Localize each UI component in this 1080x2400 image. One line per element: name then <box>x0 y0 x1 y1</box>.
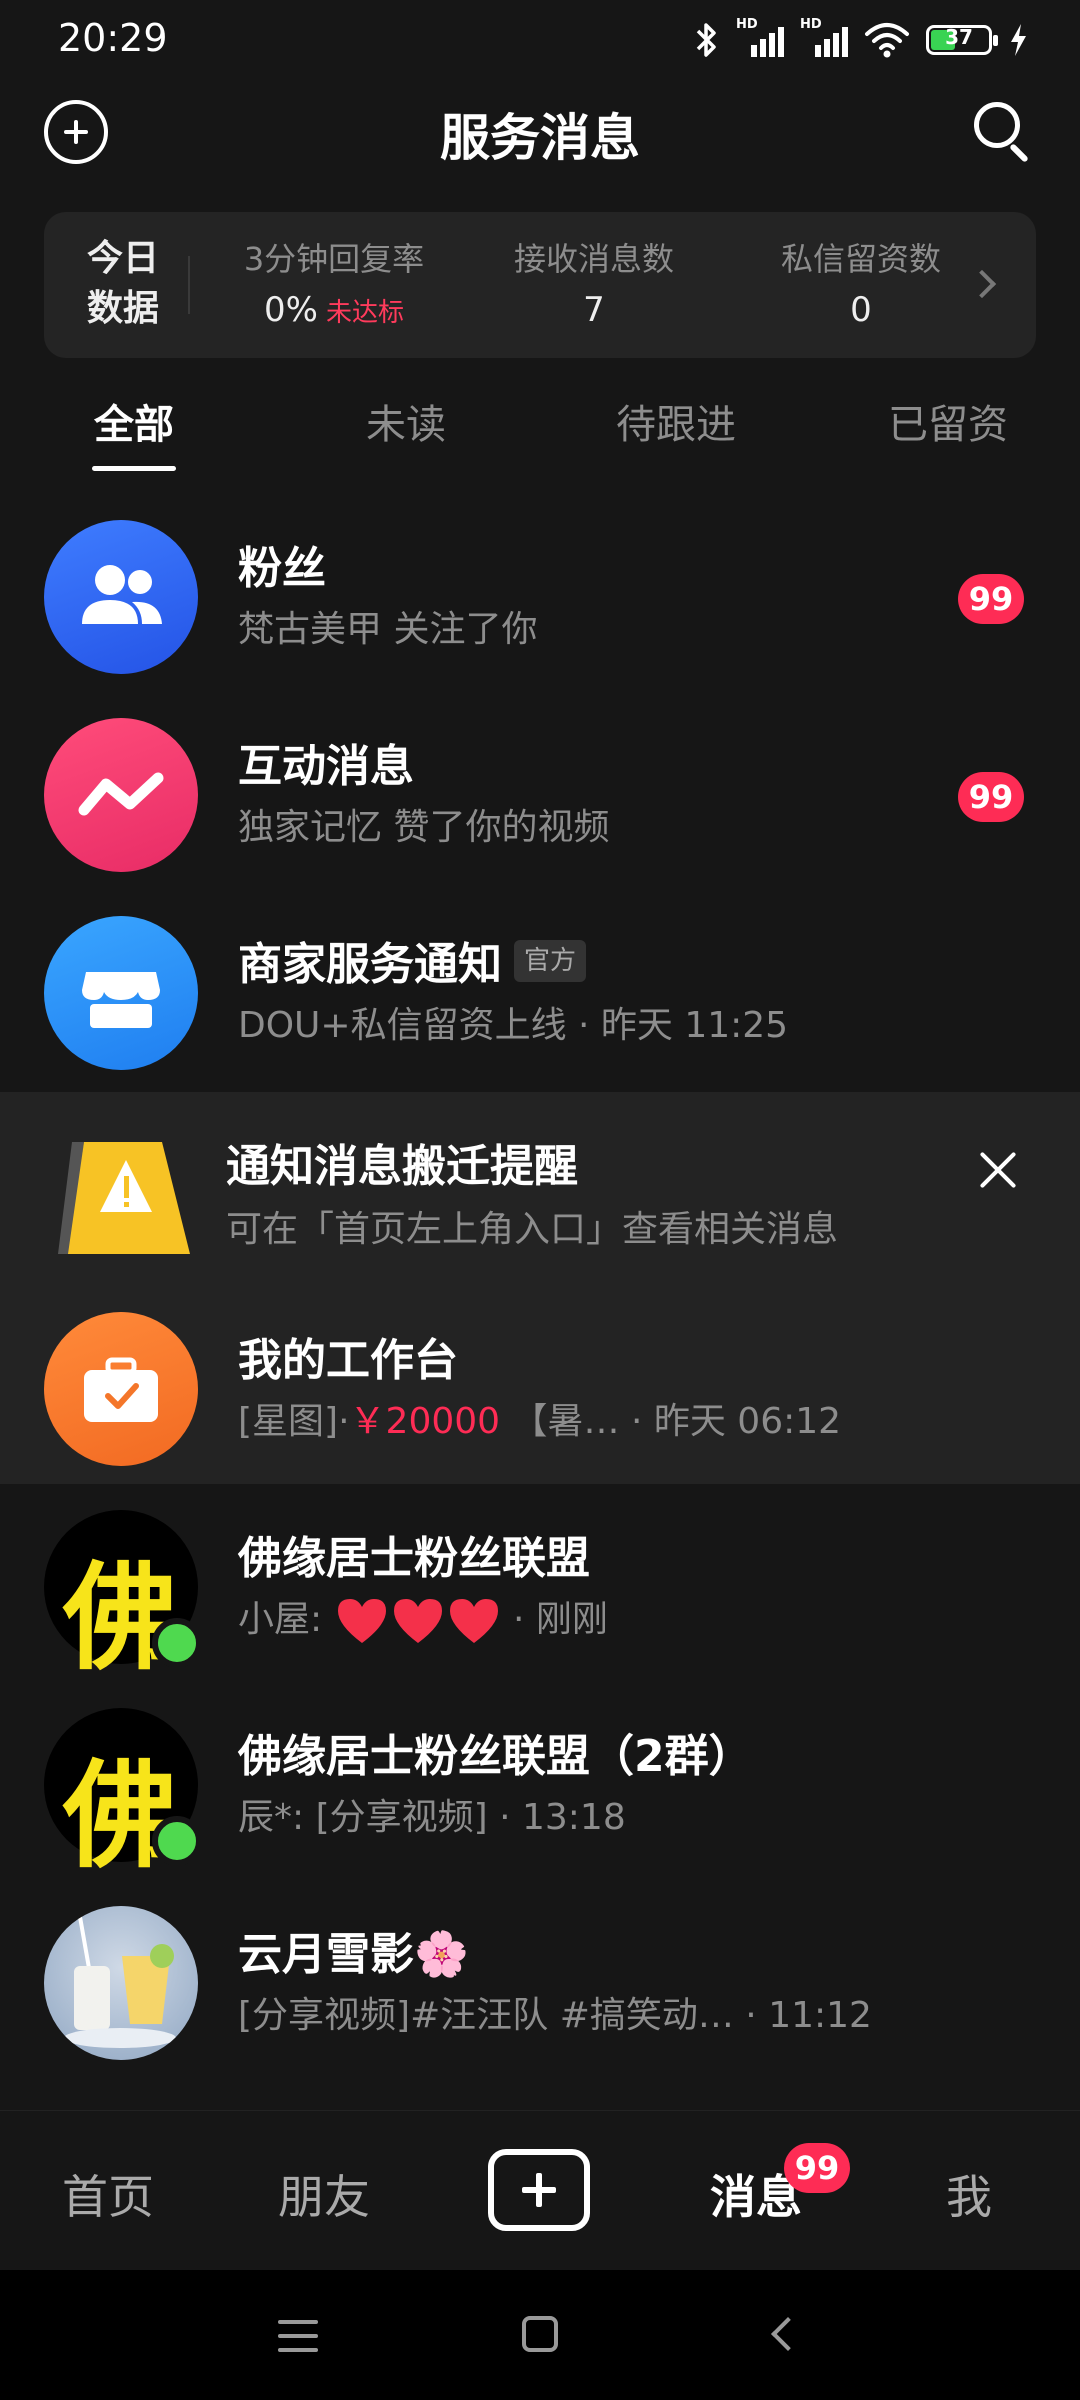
online-indicator <box>152 1618 202 1668</box>
stat-label: 私信留资数 <box>780 240 941 278</box>
stat-label: 3分钟回复率 <box>243 240 425 278</box>
messages-badge: 99 <box>784 2143 850 2193</box>
heart-icon <box>449 1599 498 1643</box>
status-bar: 20:29 HD HD 37 <box>0 0 1080 80</box>
tab-all[interactable]: 全部 <box>92 392 176 450</box>
heart-icon <box>393 1599 442 1643</box>
stat-value: 0% <box>264 290 318 330</box>
menu-icon[interactable] <box>278 2320 318 2352</box>
header: 服务消息 <box>0 80 1080 180</box>
conversation-preview: [分享视频]#汪汪队 #搞笑动… · 11:12 <box>238 1995 872 2036</box>
today-stats-card[interactable]: 今日数据 3分钟回复率 0% 未达标 接收消息数 7 私信留资数 0 <box>44 212 1036 358</box>
unread-badge: 99 <box>958 574 1024 624</box>
conversation-title: 云月雪影🌸 <box>238 1929 469 1980</box>
notice-title: 通知消息搬迁提醒 <box>226 1141 578 1192</box>
conversation-preview: DOU+私信留资上线 · 昨天 11:25 <box>238 1005 789 1046</box>
conversation-group-1[interactable]: 佛 佛缘居士粉丝联盟 小屋: · 刚刚 <box>0 1486 1080 1686</box>
filter-tabs: 全部 未读 待跟进 已留资 <box>0 380 1080 476</box>
stat-value: 7 <box>583 290 605 330</box>
official-tag: 官方 <box>514 940 587 982</box>
heart-icon <box>337 1599 386 1643</box>
status-time: 20:29 <box>58 16 168 60</box>
conversation-fans[interactable]: 粉丝 梵古美甲 关注了你 99 <box>0 496 1080 694</box>
signal-icon: HD <box>736 17 784 57</box>
conversation-interactions[interactable]: 互动消息 独家记忆 赞了你的视频 99 <box>0 694 1080 892</box>
stat-leads: 私信留资数 0 <box>756 234 966 330</box>
briefcase-icon <box>44 1312 198 1466</box>
system-nav-bar <box>0 2270 1080 2400</box>
conversation-workbench[interactable]: 我的工作台 [星图]·￥20000 【暑… · 昨天 06:12 <box>0 1288 1080 1486</box>
notice-subtitle: 可在「首页左上角入口」查看相关消息 <box>226 1209 839 1250</box>
stat-value: 0 <box>850 290 872 330</box>
people-icon <box>44 520 198 674</box>
search-icon[interactable] <box>972 100 1036 164</box>
conversation-title: 粉丝 <box>238 543 326 594</box>
drink-photo-icon <box>44 1906 198 2060</box>
back-icon[interactable] <box>771 2317 805 2351</box>
tab-unread[interactable]: 未读 <box>356 392 456 450</box>
close-icon[interactable] <box>976 1148 1020 1192</box>
conversation-preview: 小屋: · 刚刚 <box>238 1590 608 1647</box>
page-title: 服务消息 <box>440 109 640 167</box>
conversation-title: 佛缘居士粉丝联盟（2群） <box>238 1731 753 1782</box>
nav-home[interactable]: 首页 <box>58 2161 158 2227</box>
shop-icon <box>44 916 198 1070</box>
nav-me[interactable]: 我 <box>944 2161 994 2227</box>
divider <box>188 256 190 314</box>
conversation-preview: 梵古美甲 关注了你 <box>238 609 538 650</box>
tab-leads[interactable]: 已留资 <box>878 392 1018 450</box>
price-text: ￥20000 <box>349 1401 501 1442</box>
conversation-merchant-notice[interactable]: 商家服务通知 官方 DOU+私信留资上线 · 昨天 11:25 <box>0 892 1080 1090</box>
nav-friends[interactable]: 朋友 <box>274 2161 374 2227</box>
create-button[interactable] <box>488 2149 590 2231</box>
tab-indicator <box>92 466 176 471</box>
conversation-preview: [星图]·￥20000 【暑… · 昨天 06:12 <box>238 1401 842 1442</box>
warning-sign-icon <box>58 1142 190 1254</box>
bluetooth-icon <box>696 23 716 57</box>
conversation-group-2[interactable]: 佛 佛缘居士粉丝联盟（2群） 辰*: [分享视频] · 13:18 <box>0 1684 1080 1884</box>
battery-icon: 37 <box>926 25 998 55</box>
stats-label: 今日数据 <box>86 238 159 329</box>
conversation-preview: 辰*: [分享视频] · 13:18 <box>238 1797 626 1838</box>
stat-received-messages: 接收消息数 7 <box>504 234 684 330</box>
chevron-right-icon[interactable] <box>967 269 997 299</box>
group-avatar: 佛 <box>44 1510 202 1686</box>
conversation-preview: 独家记忆 赞了你的视频 <box>238 807 610 848</box>
signal-icon: HD <box>800 17 848 57</box>
bottom-nav: 首页 朋友 消息 99 我 <box>0 2110 1080 2270</box>
stat-reply-rate: 3分钟回复率 0% 未达标 <box>234 234 434 330</box>
status-icons: HD HD 37 <box>694 17 1028 62</box>
home-icon[interactable] <box>522 2316 558 2352</box>
status-badge: 未达标 <box>325 298 404 328</box>
stat-label: 接收消息数 <box>513 240 674 278</box>
online-indicator <box>152 1816 202 1866</box>
wifi-icon <box>865 23 909 58</box>
conversation-title: 我的工作台 <box>238 1335 458 1386</box>
unread-badge: 99 <box>958 772 1024 822</box>
conversation-title: 佛缘居士粉丝联盟 <box>238 1533 590 1584</box>
conversation-title: 商家服务通知 官方 <box>238 928 587 992</box>
conversation-user[interactable]: 云月雪影🌸 [分享视频]#汪汪队 #搞笑动… · 11:12 <box>0 1882 1080 2080</box>
conversation-title: 互动消息 <box>238 741 414 792</box>
zigzag-icon <box>44 718 198 872</box>
tab-follow-up[interactable]: 待跟进 <box>606 392 746 450</box>
group-avatar: 佛 <box>44 1708 202 1884</box>
charging-icon <box>1011 24 1026 56</box>
